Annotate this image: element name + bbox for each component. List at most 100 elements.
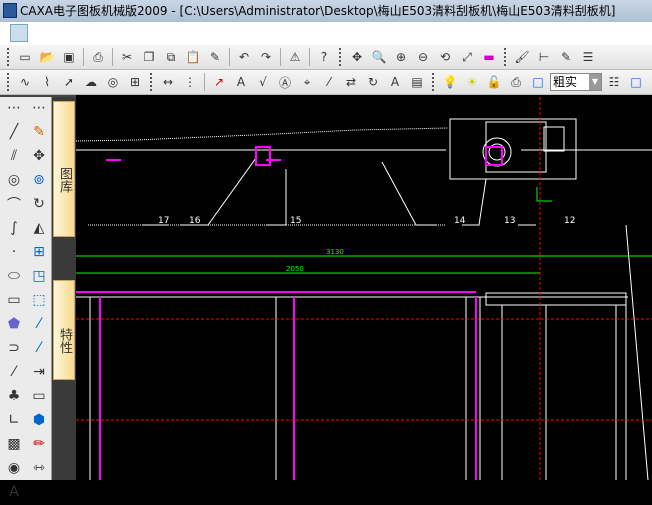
tab-properties[interactable]: 特性 — [53, 280, 75, 380]
new-icon[interactable]: ▭ — [15, 47, 35, 67]
dimension-style-icon[interactable]: ⊢ — [534, 47, 554, 67]
copy-base-icon[interactable]: ⧉ — [161, 47, 181, 67]
point-icon[interactable]: · — [4, 241, 24, 263]
side-tab-strip: 图库 特性 — [52, 97, 76, 480]
polyline-icon[interactable]: ⊃ — [4, 337, 24, 359]
fill-icon[interactable]: ◉ — [4, 457, 24, 479]
lightbulb-icon[interactable]: 💡 — [440, 72, 460, 92]
balloon-16: 16 — [189, 216, 201, 226]
centerline-icon[interactable]: ⁄ — [4, 361, 24, 383]
layer-icon[interactable]: ☷ — [604, 72, 624, 92]
balloon-12: 12 — [564, 216, 575, 226]
undo-icon[interactable]: ↶ — [234, 47, 254, 67]
menu-bar — [0, 22, 652, 45]
chevron-down-icon[interactable]: ▼ — [589, 74, 601, 90]
contour-icon[interactable]: ♣ — [4, 385, 24, 407]
paste-icon[interactable]: 📋 — [183, 47, 203, 67]
left-toolbars: ⋯ ╱ ⫽ ◎ ⌒ ∫ · ⬭ ▭ ⬟ ⊃ ⁄ ♣ ∟ ▩ ◉ A ⋯ ✎ ✥ … — [0, 97, 52, 500]
roughness-icon[interactable]: √ — [253, 72, 273, 92]
block-icon[interactable]: ⬢ — [29, 409, 49, 431]
help-icon[interactable]: ? — [314, 47, 334, 67]
move-icon[interactable]: ✥ — [29, 145, 49, 167]
save-icon[interactable]: ▣ — [59, 47, 79, 67]
weld-icon[interactable]: ⁄ — [319, 72, 339, 92]
coordinate-dimension-icon[interactable]: ⋮ — [180, 72, 200, 92]
trim-icon[interactable]: ⬚ — [29, 289, 49, 311]
measure-icon[interactable]: ▬ — [479, 47, 499, 67]
replace-text-icon[interactable]: ⇄ — [341, 72, 361, 92]
drawing-canvas[interactable]: 17 16 15 14 13 12 3130 2050 — [75, 97, 652, 481]
grip[interactable]: ⋯ — [4, 97, 24, 119]
printer-icon[interactable]: ⎙ — [506, 72, 526, 92]
ellipse-icon[interactable]: ⬭ — [4, 265, 24, 287]
wave-line-icon[interactable]: ∿ — [15, 72, 35, 92]
zoom-prev-icon[interactable]: ⟲ — [435, 47, 455, 67]
dimension-edit-icon[interactable]: ✏ — [29, 433, 49, 455]
break-icon[interactable]: ⁄ — [29, 313, 49, 335]
balloon-17: 17 — [158, 216, 169, 226]
zoom-out-icon[interactable]: ⊖ — [413, 47, 433, 67]
stretch-icon[interactable]: ⇥ — [29, 361, 49, 383]
view-icon[interactable]: ◎ — [103, 72, 123, 92]
copy-icon[interactable]: ❐ — [139, 47, 159, 67]
text-icon[interactable]: A — [385, 72, 405, 92]
edit-icon[interactable]: ✎ — [556, 47, 576, 67]
rotate-icon[interactable]: ↻ — [363, 72, 383, 92]
toolbar-grip[interactable] — [7, 48, 10, 66]
arrow-icon[interactable]: ➚ — [59, 72, 79, 92]
copy-icon[interactable]: ⊚ — [29, 169, 49, 191]
hatch-icon[interactable]: ▩ — [4, 433, 24, 455]
redo-icon[interactable]: ↷ — [256, 47, 276, 67]
cad-drawing: 17 16 15 14 13 12 3130 2050 — [75, 97, 652, 481]
sun-icon[interactable]: ☀ — [462, 72, 482, 92]
polygon-icon[interactable]: ⬟ — [4, 313, 24, 335]
circle-icon[interactable]: ◎ — [4, 169, 24, 191]
paste-special-icon[interactable]: ✎ — [205, 47, 225, 67]
text-icon[interactable]: A — [4, 481, 24, 503]
warning-icon[interactable]: ⚠ — [285, 47, 305, 67]
text-leader-icon[interactable]: A — [231, 72, 251, 92]
zoom-icon[interactable]: 🔍 — [369, 47, 389, 67]
text-edit-icon[interactable]: ▤ — [407, 72, 427, 92]
color-box2-icon[interactable]: □ — [626, 72, 646, 92]
parallel-icon[interactable]: ⫽ — [4, 145, 24, 167]
tab-library[interactable]: 图库 — [53, 101, 75, 237]
extend-icon[interactable]: ⁄ — [29, 337, 49, 359]
format-brush-icon[interactable]: 🖌 — [512, 47, 532, 67]
linetype-select[interactable]: 粗实 ▼ — [550, 73, 602, 91]
rotate-icon[interactable]: ↻ — [29, 193, 49, 215]
scale-icon[interactable]: ◳ — [29, 265, 49, 287]
linear-dimension-icon[interactable]: ↔ — [158, 72, 178, 92]
cloud-icon[interactable]: ☁ — [81, 72, 101, 92]
open-icon[interactable]: 📂 — [37, 47, 57, 67]
drawing-toolbar: ∿ ⌇ ➚ ☁ ◎ ⊞ ↔ ⋮ ↗ A √ Ⓐ ⌖ ⁄ ⇄ ↻ A ▤ 💡 ☀ … — [0, 70, 652, 95]
color-box-icon[interactable]: □ — [528, 72, 548, 92]
cut-icon[interactable]: ✂ — [117, 47, 137, 67]
mirror-icon[interactable]: ◭ — [29, 217, 49, 239]
spline-icon[interactable]: ∫ — [4, 217, 24, 239]
zoom-all-icon[interactable]: ⤢ — [457, 47, 477, 67]
rectangle-icon[interactable]: ▭ — [4, 289, 24, 311]
arc-icon[interactable]: ⌒ — [4, 193, 24, 215]
leader-15 — [266, 169, 287, 226]
document-icon[interactable] — [10, 24, 28, 42]
pan-icon[interactable]: ✥ — [347, 47, 367, 67]
array-icon[interactable]: ⊞ — [29, 241, 49, 263]
line-icon[interactable]: ╱ — [4, 121, 24, 143]
window-title: CAXA电子图板机械版2009 - [C:\Users\Administrato… — [20, 4, 616, 18]
print-icon[interactable]: ⎙ — [88, 47, 108, 67]
leader-icon[interactable]: ↗ — [209, 72, 229, 92]
lock-icon[interactable]: 🔓 — [484, 72, 504, 92]
grip[interactable]: ⋯ — [29, 97, 49, 119]
erase-icon[interactable]: ✎ — [29, 121, 49, 143]
datum-icon[interactable]: Ⓐ — [275, 72, 295, 92]
curve-icon[interactable]: ∟ — [4, 409, 24, 431]
break-line-icon[interactable]: ⌇ — [37, 72, 57, 92]
list-icon[interactable]: ☰ — [578, 47, 598, 67]
dimension-icon[interactable]: ⇿ — [29, 457, 49, 479]
chamfer-icon[interactable]: ▭ — [29, 385, 49, 407]
shaft-icon[interactable]: ⊞ — [125, 72, 145, 92]
balloon-14: 14 — [454, 216, 466, 226]
tolerance-icon[interactable]: ⌖ — [297, 72, 317, 92]
zoom-in-icon[interactable]: ⊕ — [391, 47, 411, 67]
